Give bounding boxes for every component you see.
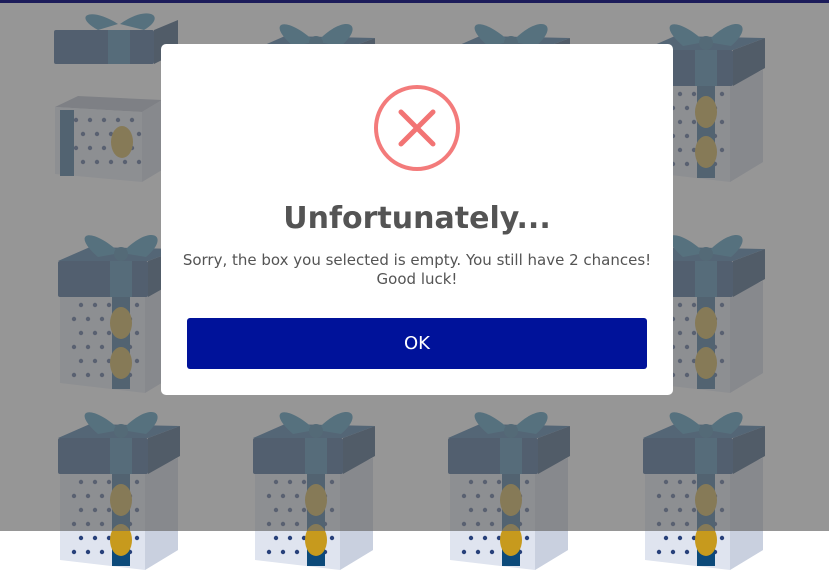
dialog-message: Sorry, the box you selected is empty. Yo… bbox=[182, 251, 652, 288]
dialog-title: Unfortunately... bbox=[283, 201, 551, 236]
result-dialog: Unfortunately... Sorry, the box you sele… bbox=[161, 44, 673, 395]
ok-button[interactable]: OK bbox=[187, 318, 647, 369]
error-x-icon bbox=[373, 84, 461, 172]
